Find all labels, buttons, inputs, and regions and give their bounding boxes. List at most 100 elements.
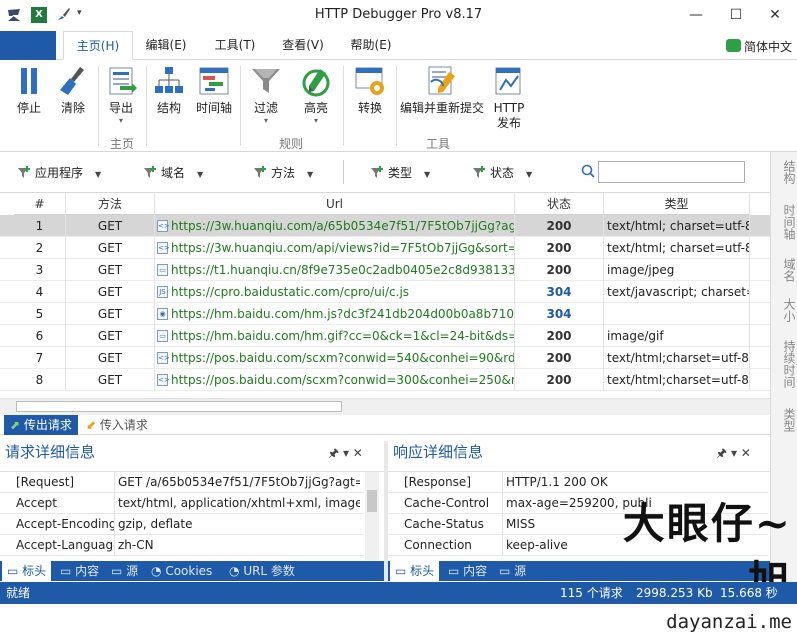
row-num: 3: [14, 259, 66, 281]
request-panel-controls: 🖈 ▾ ✕: [328, 444, 363, 465]
timeline-button[interactable]: 时间轴: [192, 64, 236, 116]
title-bar: X ▾ HTTP Debugger Pro v8.17 — ☐ ✕: [0, 0, 797, 31]
column-header-status[interactable]: 状态: [515, 193, 604, 215]
row-type: text/html;charset=utf-8: [604, 347, 750, 369]
dock-tab-duration[interactable]: 持续时间: [771, 340, 797, 388]
maximize-button[interactable]: ☐: [716, 0, 756, 31]
stop-button[interactable]: 停止: [8, 64, 50, 116]
row-url: ◉ https://hm.baidu.com/hm.js?dc3f241db204…: [155, 303, 515, 325]
highlight-dropdown-icon[interactable]: ▾: [295, 116, 337, 126]
direction-tabs: ⬈ 传出请求 ⬋ 传入请求: [0, 415, 770, 435]
status-request-count: 115 个请求: [560, 586, 623, 600]
tools-group-label: 工具: [425, 137, 450, 151]
table-row[interactable]: 5 GET ◉ https://hm.baidu.com/hm.js?dc3f241d…: [0, 303, 770, 325]
table-row[interactable]: 8 GET <> https://pos.baidu.com/scxm?conwid=…: [0, 369, 770, 391]
row-method: GET: [66, 259, 155, 281]
row-url-text: https://cpro.baidustatic.com/cpro/ui/c.j…: [171, 285, 410, 299]
header-row[interactable]: Accept-Encoding gzip, deflate: [0, 514, 364, 535]
req-tab-cookies[interactable]: ◔ Cookies: [151, 561, 212, 581]
edit-resubmit-button[interactable]: 编辑并重新提交: [398, 64, 486, 116]
row-num: 6: [14, 325, 66, 347]
req-tab-content[interactable]: ▭ 内容: [60, 561, 99, 581]
file-type-icon: <>: [157, 220, 170, 232]
row-method: GET: [66, 325, 155, 347]
filter-plus-icon: [370, 165, 384, 179]
filter-method-label: 方法: [271, 166, 296, 180]
column-header-num[interactable]: #: [14, 193, 66, 215]
filter-dropdown-icon[interactable]: ▾: [245, 116, 287, 126]
language-switch[interactable]: 简体中文: [744, 38, 792, 55]
res-tab-content[interactable]: ▭ 内容: [448, 561, 487, 581]
req-tab-headers-label: 标头: [22, 564, 47, 578]
chevron-down-icon[interactable]: ▾: [731, 446, 737, 460]
tab-view[interactable]: 查看(V): [275, 31, 331, 60]
minimize-button[interactable]: —: [676, 0, 716, 31]
pin-icon[interactable]: 🖈: [716, 446, 727, 460]
search-input[interactable]: [598, 161, 745, 183]
filter-app-dropdown[interactable]: 应用程序 ▼: [17, 164, 101, 181]
req-tab-headers[interactable]: ▭ 标头: [2, 561, 52, 581]
dock-tab-structure[interactable]: 结构: [771, 160, 797, 184]
res-tab-headers[interactable]: ▭ 标头: [390, 561, 440, 581]
http-publish-button[interactable]: HTTP 发布: [488, 64, 530, 131]
table-row[interactable]: 7 GET <> https://pos.baidu.com/scxm?conwid=…: [0, 347, 770, 369]
export-dropdown-icon[interactable]: ▾: [100, 116, 142, 126]
highlight-button[interactable]: 高亮 ▾: [295, 64, 337, 126]
structure-button[interactable]: 结构: [148, 64, 190, 116]
file-tab[interactable]: [0, 31, 56, 60]
convert-icon: [353, 64, 387, 98]
res-tab-source[interactable]: ▭ 源: [499, 561, 526, 581]
request-list-scrollbar[interactable]: [365, 472, 379, 560]
ribbon-separator: [146, 66, 147, 146]
filter-plus-icon: [143, 165, 157, 179]
chevron-down-icon[interactable]: ▾: [343, 446, 349, 460]
tab-help[interactable]: 帮助(E): [343, 31, 399, 60]
dock-tab-size[interactable]: 大小: [771, 298, 797, 322]
table-row[interactable]: 2 GET <> https://3w.huanqiu.com/api/views?i…: [0, 237, 770, 259]
horizontal-scrollbar-thumb[interactable]: [16, 401, 342, 412]
req-tab-url-params[interactable]: ◔ URL 参数: [229, 561, 295, 581]
filter-method-dropdown[interactable]: 方法 ▼: [253, 164, 313, 181]
row-method: GET: [66, 237, 155, 259]
header-row[interactable]: [Request] GET /a/65b0534e7f51/7F5tOb7jjGg…: [0, 472, 364, 493]
close-icon[interactable]: ✕: [353, 446, 363, 460]
table-row[interactable]: 1 GET <> https://3w.huanqiu.com/a/65b0534e7…: [0, 215, 770, 237]
row-url-text: https://hm.baidu.com/hm.gif?cc=0&ck=1&cl…: [171, 329, 515, 343]
filter-domain-dropdown[interactable]: 域名 ▼: [143, 164, 203, 181]
row-status: 200: [515, 259, 604, 281]
table-row[interactable]: 4 GET JS https://cpro.baidustatic.com/cpro/…: [0, 281, 770, 303]
close-button[interactable]: ✕: [755, 0, 795, 31]
table-row[interactable]: 3 GET ▭ https://t1.huanqiu.cn/8f9e735e0c2ad…: [0, 259, 770, 281]
header-row[interactable]: Accept-Language zh-CN: [0, 535, 364, 556]
table-row[interactable]: 6 GET ▭ https://hm.baidu.com/hm.gif?cc=0&ck…: [0, 325, 770, 347]
column-header-url[interactable]: Url: [155, 193, 515, 215]
chat-icon[interactable]: [726, 39, 741, 52]
filter-type-dropdown[interactable]: 类型 ▼: [370, 164, 430, 181]
request-list-scrollbar-thumb[interactable]: [367, 490, 377, 512]
tab-tools[interactable]: 工具(T): [206, 31, 264, 60]
dock-tab-type[interactable]: 类型: [771, 408, 797, 432]
req-tab-source[interactable]: ▭ 源: [111, 561, 138, 581]
close-icon[interactable]: ✕: [741, 446, 751, 460]
file-type-icon: ▭: [157, 330, 168, 342]
export-button[interactable]: 导出 ▾: [100, 64, 142, 126]
pin-icon[interactable]: 🖈: [328, 446, 339, 460]
convert-button[interactable]: 转换: [348, 64, 392, 116]
tab-incoming-requests[interactable]: ⬋ 传入请求: [80, 415, 154, 435]
header-row[interactable]: [Response] HTTP/1.1 200 OK: [388, 472, 768, 493]
response-panel-title: 响应详细信息: [393, 443, 484, 461]
tab-outgoing-requests[interactable]: ⬈ 传出请求: [4, 415, 78, 435]
row-url: <> https://pos.baidu.com/scxm?conwid=300&…: [155, 369, 515, 391]
row-type: image/gif: [604, 325, 750, 347]
dock-tab-domain[interactable]: 域名: [771, 258, 797, 282]
column-header-method[interactable]: 方法: [66, 193, 155, 215]
header-row[interactable]: Accept text/html, application/xhtml+xml, …: [0, 493, 364, 514]
tab-edit[interactable]: 编辑(E): [138, 31, 194, 60]
clear-button[interactable]: 清除: [52, 64, 94, 116]
dock-tab-timeline[interactable]: 时间轴: [771, 204, 797, 240]
tab-home[interactable]: 主页(H): [63, 31, 133, 60]
filter-button[interactable]: 过滤 ▾: [245, 64, 287, 126]
filter-status-dropdown[interactable]: 状态 ▼: [472, 164, 532, 181]
column-header-type[interactable]: 类型: [604, 193, 750, 215]
structure-label: 结构: [156, 101, 181, 115]
